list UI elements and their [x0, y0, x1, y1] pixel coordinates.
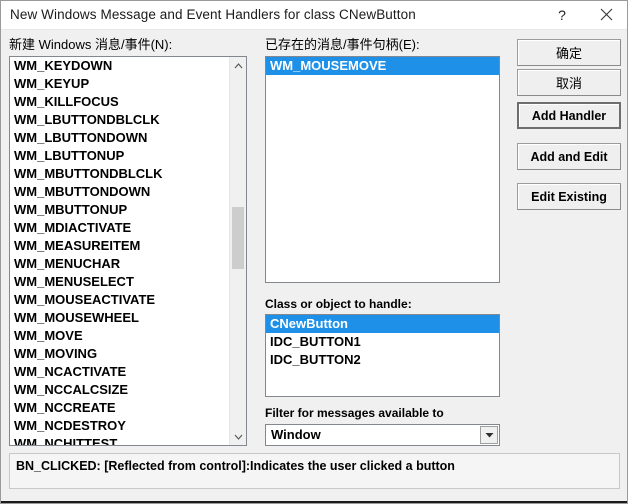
class-or-object-label: Class or object to handle:: [265, 297, 412, 311]
ok-button-label: 确定: [555, 46, 582, 61]
add-and-edit-button-label: Add and Edit: [530, 149, 608, 164]
new-messages-listbox[interactable]: WM_KEYDOWN WM_KEYUP WM_KILLFOCUS WM_LBUTTON…: [9, 56, 247, 446]
class-object-item[interactable]: IDC_BUTTON2: [266, 351, 499, 369]
new-messages-label: 新建 Windows 消息/事件(N):: [9, 37, 173, 52]
edit-existing-button[interactable]: Edit Existing: [517, 183, 621, 210]
close-button[interactable]: [587, 1, 625, 28]
bottom-divider: [1, 501, 627, 503]
class-object-item[interactable]: IDC_BUTTON1: [266, 333, 499, 351]
add-handler-button[interactable]: Add Handler: [517, 102, 621, 129]
class-or-object-list-items[interactable]: CNewButton IDC_BUTTON1 IDC_BUTTON2: [266, 315, 499, 396]
chevron-down-icon[interactable]: [230, 428, 246, 445]
message-list-item[interactable]: WM_LBUTTONUP: [10, 147, 229, 165]
message-list-item[interactable]: WM_KILLFOCUS: [10, 93, 229, 111]
dialog-window: New Windows Message and Event Handlers f…: [0, 0, 628, 504]
new-messages-scrollbar[interactable]: [229, 57, 246, 445]
window-title: New Windows Message and Event Handlers f…: [10, 7, 416, 22]
class-or-object-listbox[interactable]: CNewButton IDC_BUTTON1 IDC_BUTTON2: [265, 314, 500, 397]
existing-handlers-list-items[interactable]: WM_MOUSEMOVE: [266, 57, 499, 282]
title-bar: New Windows Message and Event Handlers f…: [1, 1, 627, 30]
message-list-item[interactable]: WM_MENUCHAR: [10, 255, 229, 273]
message-list-item[interactable]: WM_NCDESTROY: [10, 417, 229, 435]
status-message: BN_CLICKED: [Reflected from control]:Ind…: [16, 459, 455, 473]
question-mark-icon: ?: [558, 6, 566, 23]
cancel-button[interactable]: 取消: [517, 69, 621, 96]
edit-existing-button-label: Edit Existing: [531, 189, 607, 204]
message-list-item[interactable]: WM_MOUSEACTIVATE: [10, 291, 229, 309]
add-and-edit-button[interactable]: Add and Edit: [517, 143, 621, 170]
message-list-item[interactable]: WM_NCCALCSIZE: [10, 381, 229, 399]
message-list-item[interactable]: WM_KEYDOWN: [10, 57, 229, 75]
message-list-item[interactable]: WM_MBUTTONDBLCLK: [10, 165, 229, 183]
message-list-item[interactable]: WM_NCHITTEST: [10, 435, 229, 445]
message-list-item[interactable]: WM_MOUSEWHEEL: [10, 309, 229, 327]
message-list-item[interactable]: WM_NCCREATE: [10, 399, 229, 417]
message-list-item[interactable]: WM_MOVING: [10, 345, 229, 363]
message-list-item[interactable]: WM_MDIACTIVATE: [10, 219, 229, 237]
chevron-down-icon[interactable]: [480, 426, 498, 444]
message-list-item[interactable]: WM_MEASUREITEM: [10, 237, 229, 255]
ok-button[interactable]: 确定: [517, 39, 621, 66]
message-list-item[interactable]: WM_MOVE: [10, 327, 229, 345]
cancel-button-label: 取消: [555, 76, 582, 91]
message-list-item[interactable]: WM_KEYUP: [10, 75, 229, 93]
existing-handler-item[interactable]: WM_MOUSEMOVE: [266, 57, 499, 75]
message-list-item[interactable]: WM_MBUTTONUP: [10, 201, 229, 219]
filter-combobox[interactable]: Window: [265, 424, 500, 446]
message-list-item[interactable]: WM_MBUTTONDOWN: [10, 183, 229, 201]
filter-label: Filter for messages available to: [265, 406, 444, 420]
message-list-item[interactable]: WM_LBUTTONDOWN: [10, 129, 229, 147]
existing-handlers-listbox[interactable]: WM_MOUSEMOVE: [265, 56, 500, 283]
status-bar: BN_CLICKED: [Reflected from control]:Ind…: [9, 453, 620, 489]
class-object-item[interactable]: CNewButton: [266, 315, 499, 333]
scrollbar-thumb[interactable]: [232, 207, 244, 269]
close-icon: [600, 8, 613, 21]
filter-selected-value: Window: [271, 427, 321, 442]
new-messages-list-items[interactable]: WM_KEYDOWN WM_KEYUP WM_KILLFOCUS WM_LBUTTON…: [10, 57, 229, 445]
message-list-item[interactable]: WM_NCACTIVATE: [10, 363, 229, 381]
message-list-item[interactable]: WM_MENUSELECT: [10, 273, 229, 291]
existing-handlers-label: 已存在的消息/事件句柄(E):: [265, 37, 420, 52]
chevron-up-icon[interactable]: [230, 57, 246, 74]
add-handler-button-label: Add Handler: [531, 108, 607, 123]
help-button[interactable]: ?: [543, 1, 581, 28]
message-list-item[interactable]: WM_LBUTTONDBLCLK: [10, 111, 229, 129]
